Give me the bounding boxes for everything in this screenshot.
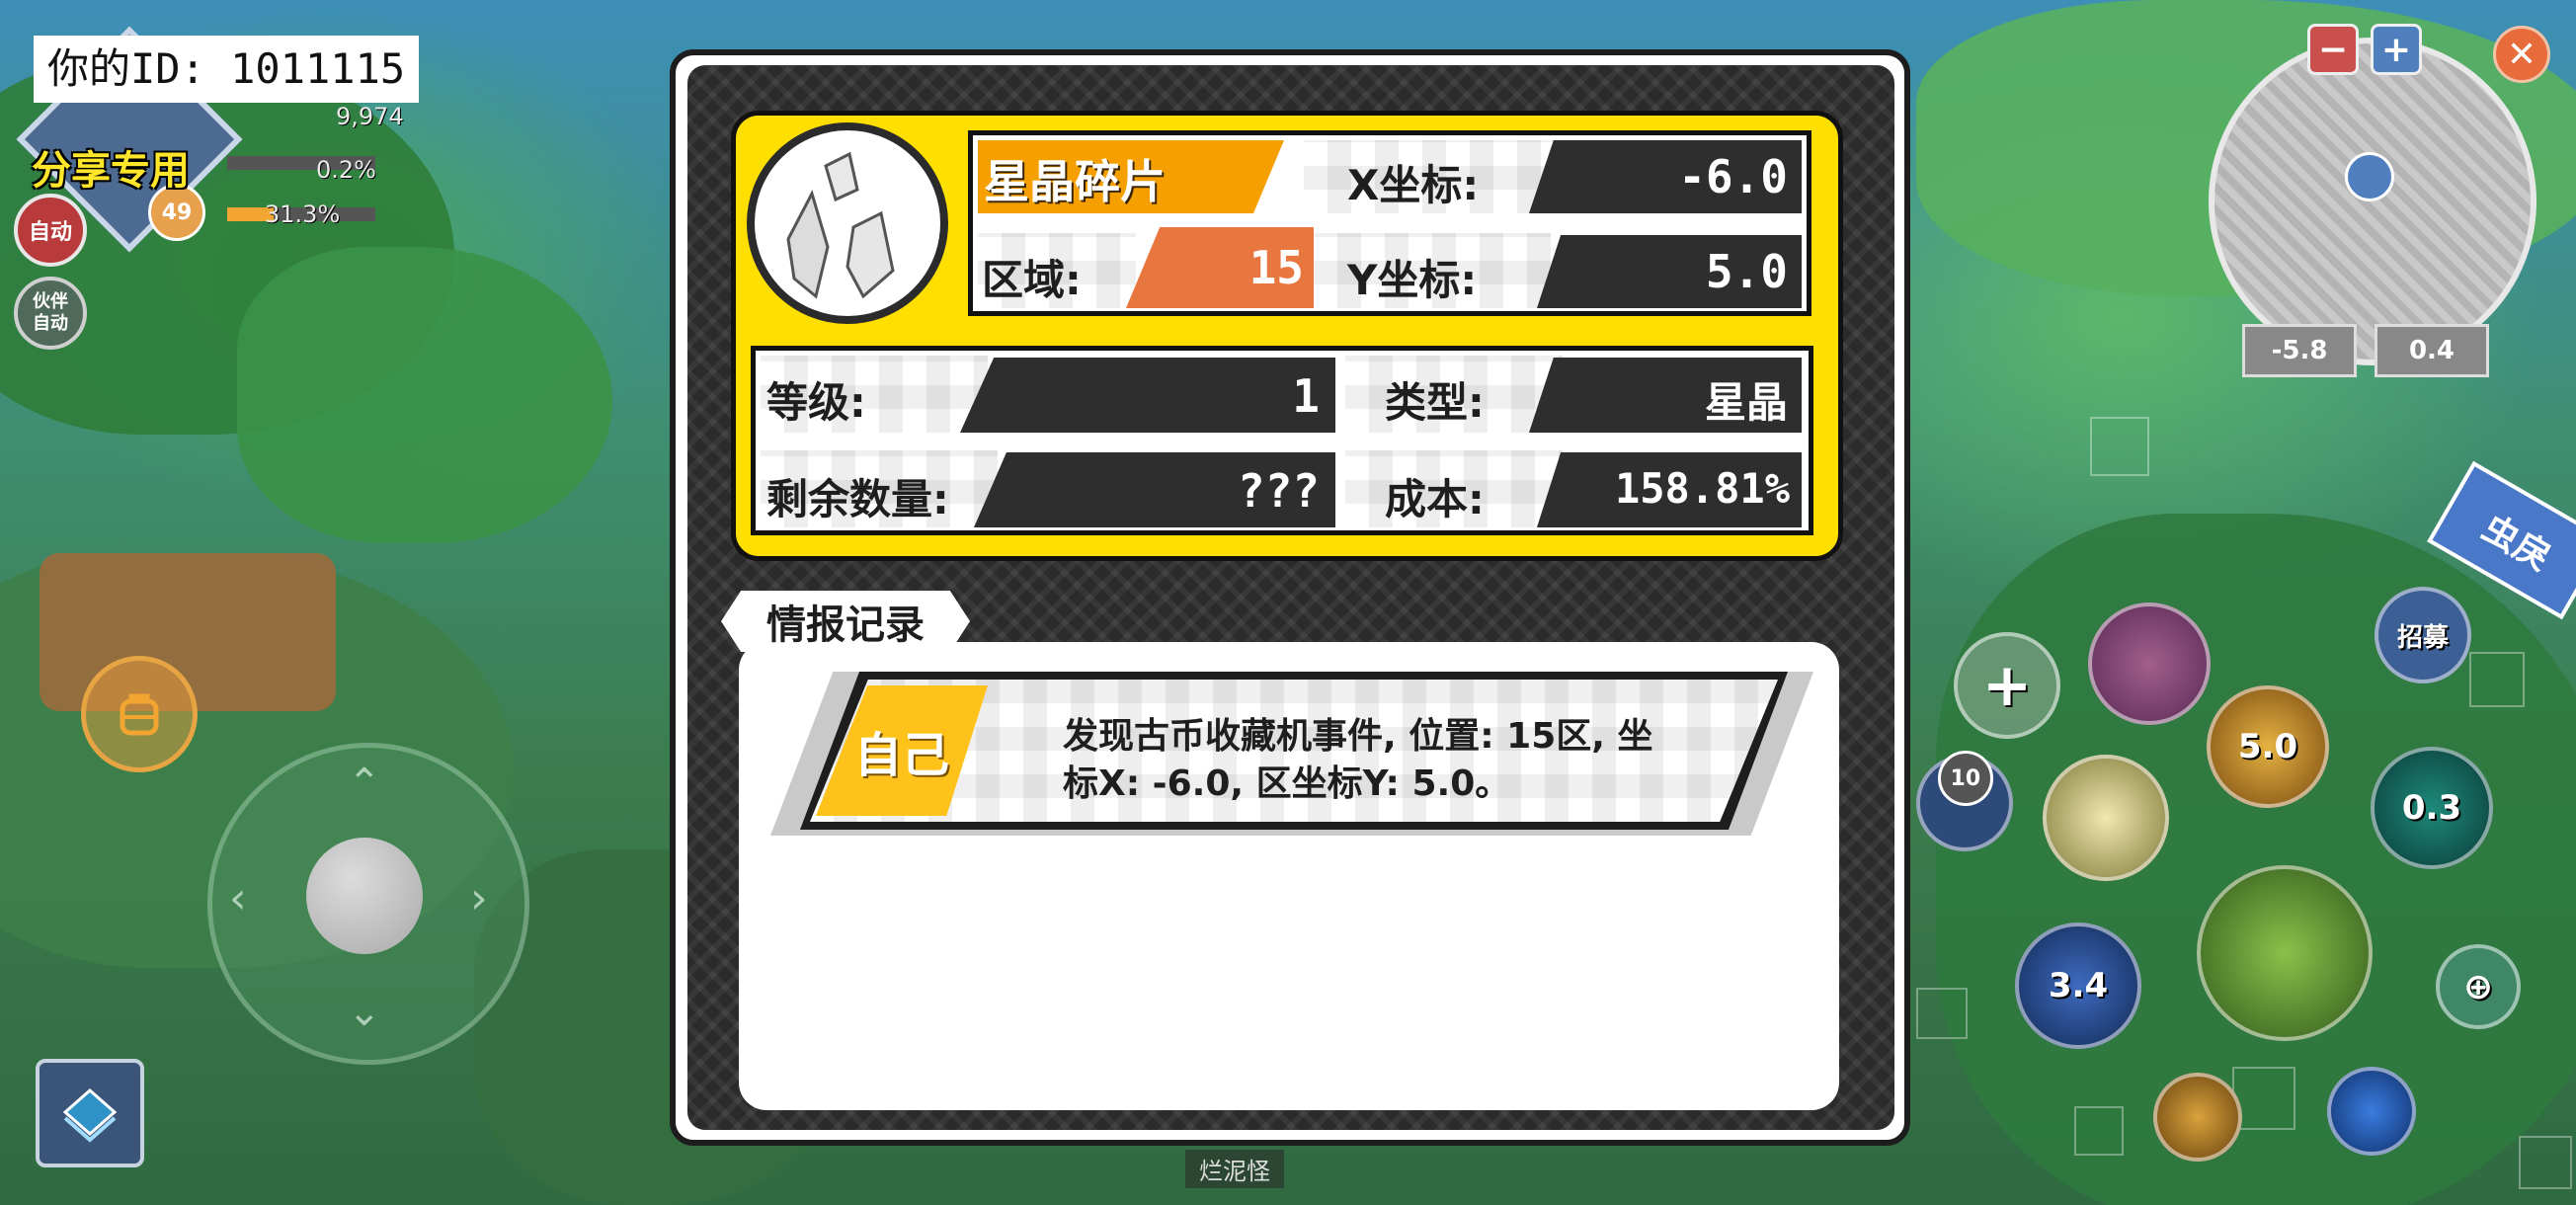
log-source-label: 自己: [853, 728, 949, 783]
type-value: 星晶: [1704, 378, 1788, 427]
close-icon[interactable]: ✕: [2493, 26, 2550, 83]
minimap-coord-x: -5.8: [2242, 324, 2357, 377]
share-only-label: 分享专用: [32, 148, 190, 194]
y-label-cell: Y坐标:: [1314, 233, 1551, 308]
x-coord-value: -6.0: [1678, 150, 1788, 203]
minimap-coord-y: 0.4: [2375, 324, 2489, 377]
tab-intel-record[interactable]: 情报记录: [721, 591, 970, 652]
type-label: 类型:: [1385, 378, 1485, 427]
tree-foliage: [237, 247, 612, 543]
joystick-knob[interactable]: [306, 838, 423, 954]
grid-tile: [1916, 988, 1968, 1039]
joystick-up-arrow-icon: ⌃: [348, 761, 381, 806]
add-skill-button[interactable]: +: [1954, 632, 2060, 739]
plus-icon: +: [1981, 651, 2033, 720]
remaining-value-cell: ???: [974, 452, 1335, 527]
player-id-label: 你的ID: 1011115: [34, 36, 420, 103]
grid-tile: [2090, 417, 2149, 476]
joystick-left-arrow-icon: ‹: [229, 873, 247, 924]
level-label: 等级:: [766, 378, 866, 427]
type-value-cell: 星晶: [1529, 358, 1802, 433]
item-name-banner: 星晶碎片: [978, 140, 1284, 213]
partner-auto-button[interactable]: 伙伴 自动: [14, 277, 87, 350]
y-value-cell: 5.0: [1537, 235, 1802, 308]
dash-button[interactable]: [2153, 1073, 2242, 1162]
player-marker-icon: [2345, 152, 2394, 201]
x-value-cell: -6.0: [1529, 140, 1802, 213]
zone-label: 区域:: [982, 256, 1082, 304]
cost-value: 158.81%: [1614, 464, 1790, 513]
cost-value-cell: 158.81%: [1537, 452, 1802, 527]
zoom-in-button[interactable]: +: [2371, 24, 2422, 75]
monster-name-label: 烂泥怪: [1185, 1150, 1284, 1188]
stat-top: 9,974: [336, 103, 404, 130]
potion-count: 10: [1950, 765, 1981, 791]
level-label-cell: 等级:: [761, 356, 988, 433]
minimap[interactable]: [2209, 38, 2536, 365]
remaining-value: ???: [1237, 464, 1320, 518]
tab-intel-record-label: 情报记录: [766, 602, 925, 648]
stat-percent-2: 31.3%: [265, 201, 341, 228]
cost-label-cell: 成本:: [1345, 450, 1563, 527]
backpack-icon: [120, 693, 159, 736]
log-text-line-1: 发现古币收藏机事件, 位置: 15区, 坐: [1063, 716, 1653, 757]
type-label-cell: 类型:: [1345, 356, 1563, 433]
x-coord-label: X坐标:: [1347, 161, 1480, 209]
skill-button-4[interactable]: [2327, 1067, 2416, 1156]
backpack-button[interactable]: [81, 656, 198, 772]
skill-button-beetle[interactable]: [2043, 755, 2169, 881]
intel-log-entry: 自己 发现古币收藏机事件, 位置: 15区, 坐 标X: -6.0, 区坐标Y:…: [770, 672, 1813, 836]
skill-button-slash[interactable]: [2088, 602, 2211, 725]
item-icon-frame: [747, 122, 948, 324]
level-value-cell: 1: [960, 358, 1335, 433]
y-coord-label: Y坐标:: [1347, 256, 1478, 304]
cost-label: 成本:: [1385, 475, 1485, 523]
skill-button-2[interactable]: 0.3: [2371, 747, 2493, 869]
y-coord-value: 5.0: [1705, 245, 1788, 298]
layers-button[interactable]: [36, 1059, 144, 1167]
joystick-down-arrow-icon: ⌄: [348, 990, 381, 1035]
item-name: 星晶碎片: [984, 155, 1166, 208]
skill-button-1[interactable]: 5.0: [2207, 685, 2329, 808]
log-text-line-2: 标X: -6.0, 区坐标Y: 5.0。: [1063, 763, 1511, 804]
grid-tile: [2074, 1106, 2124, 1156]
target-button[interactable]: ⊕: [2436, 944, 2521, 1029]
layers-icon: [62, 1088, 118, 1143]
skill-button-3[interactable]: 3.4: [2015, 923, 2141, 1049]
crystal-shard-icon: [786, 151, 895, 299]
stat-percent-1: 0.2%: [316, 156, 376, 184]
grid-tile: [2469, 652, 2525, 707]
grid-tile: [2519, 1136, 2572, 1189]
level-value: 1: [1292, 369, 1320, 423]
auto-toggle-button[interactable]: 自动: [14, 194, 87, 267]
zone-value: 15: [1248, 241, 1304, 294]
main-attack-button[interactable]: [2197, 865, 2373, 1041]
remaining-label-cell: 剩余数量:: [761, 450, 998, 527]
crosshair-icon: ⊕: [2462, 966, 2494, 1007]
x-label-cell: X坐标:: [1304, 140, 1570, 213]
joystick-right-arrow-icon: ›: [470, 873, 488, 924]
zone-label-cell: 区域:: [978, 233, 1136, 308]
recruit-button[interactable]: 招募: [2375, 587, 2471, 683]
remaining-label: 剩余数量:: [766, 475, 949, 523]
zoom-out-button[interactable]: −: [2307, 24, 2359, 75]
